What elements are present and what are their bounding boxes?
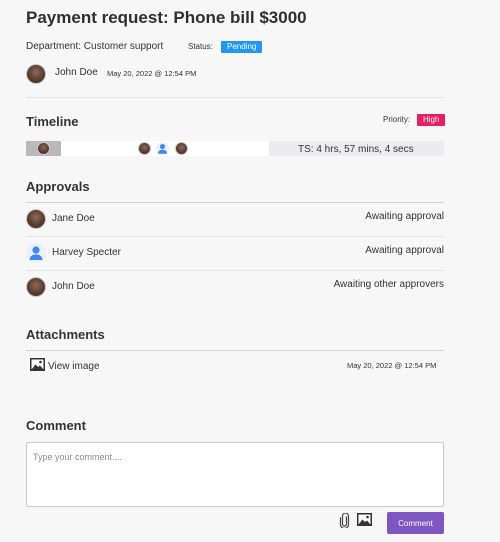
paperclip-icon[interactable] — [339, 512, 350, 533]
approver-avatar — [26, 209, 46, 229]
request-date: May 20, 2022 @ 12:54 PM — [107, 69, 197, 78]
person-icon — [26, 243, 46, 263]
comment-submit-button[interactable]: Comment — [387, 512, 444, 534]
attachments-title: Attachments — [26, 327, 105, 342]
timeline-person-icon[interactable] — [156, 142, 169, 155]
approver-name: Harvey Specter — [52, 247, 121, 258]
comment-input[interactable] — [26, 442, 444, 507]
department-text: Department: Customer support — [26, 41, 164, 52]
status-badge: Pending — [221, 41, 263, 53]
timeline-avatar[interactable] — [175, 142, 188, 155]
status-label: Status: — [188, 42, 213, 51]
timeline-ts-text: TS: 4 hrs, 57 mins, 4 secs — [298, 144, 414, 155]
approval-status: Awaiting approval — [365, 245, 444, 256]
row-divider — [26, 236, 444, 237]
image-icon[interactable] — [357, 513, 372, 531]
approver-name: Jane Doe — [52, 213, 95, 224]
page-title: Payment request: Phone bill $3000 — [26, 8, 307, 27]
approval-status: Awaiting other approvers — [333, 279, 444, 290]
requester-name: John Doe — [55, 67, 98, 78]
approver-name: John Doe — [52, 281, 95, 292]
row-divider — [26, 270, 444, 271]
image-icon[interactable] — [30, 358, 45, 376]
approver-avatar — [26, 277, 46, 297]
view-image-link[interactable]: View image — [48, 361, 100, 372]
priority-label: Priority: — [383, 115, 411, 124]
requester-avatar — [26, 64, 46, 84]
timeline-avatar[interactable] — [138, 142, 151, 155]
approval-status: Awaiting approval — [365, 211, 444, 222]
priority-badge: High — [417, 114, 446, 126]
comment-title: Comment — [26, 418, 86, 433]
approvals-title: Approvals — [26, 179, 90, 194]
timeline-avatar[interactable] — [37, 142, 50, 155]
approvals-divider — [26, 202, 444, 203]
header-divider — [26, 97, 444, 98]
attachments-divider — [26, 350, 444, 351]
timeline-title: Timeline — [26, 114, 79, 129]
attachment-date: May 20, 2022 @ 12:54 PM — [347, 361, 437, 370]
